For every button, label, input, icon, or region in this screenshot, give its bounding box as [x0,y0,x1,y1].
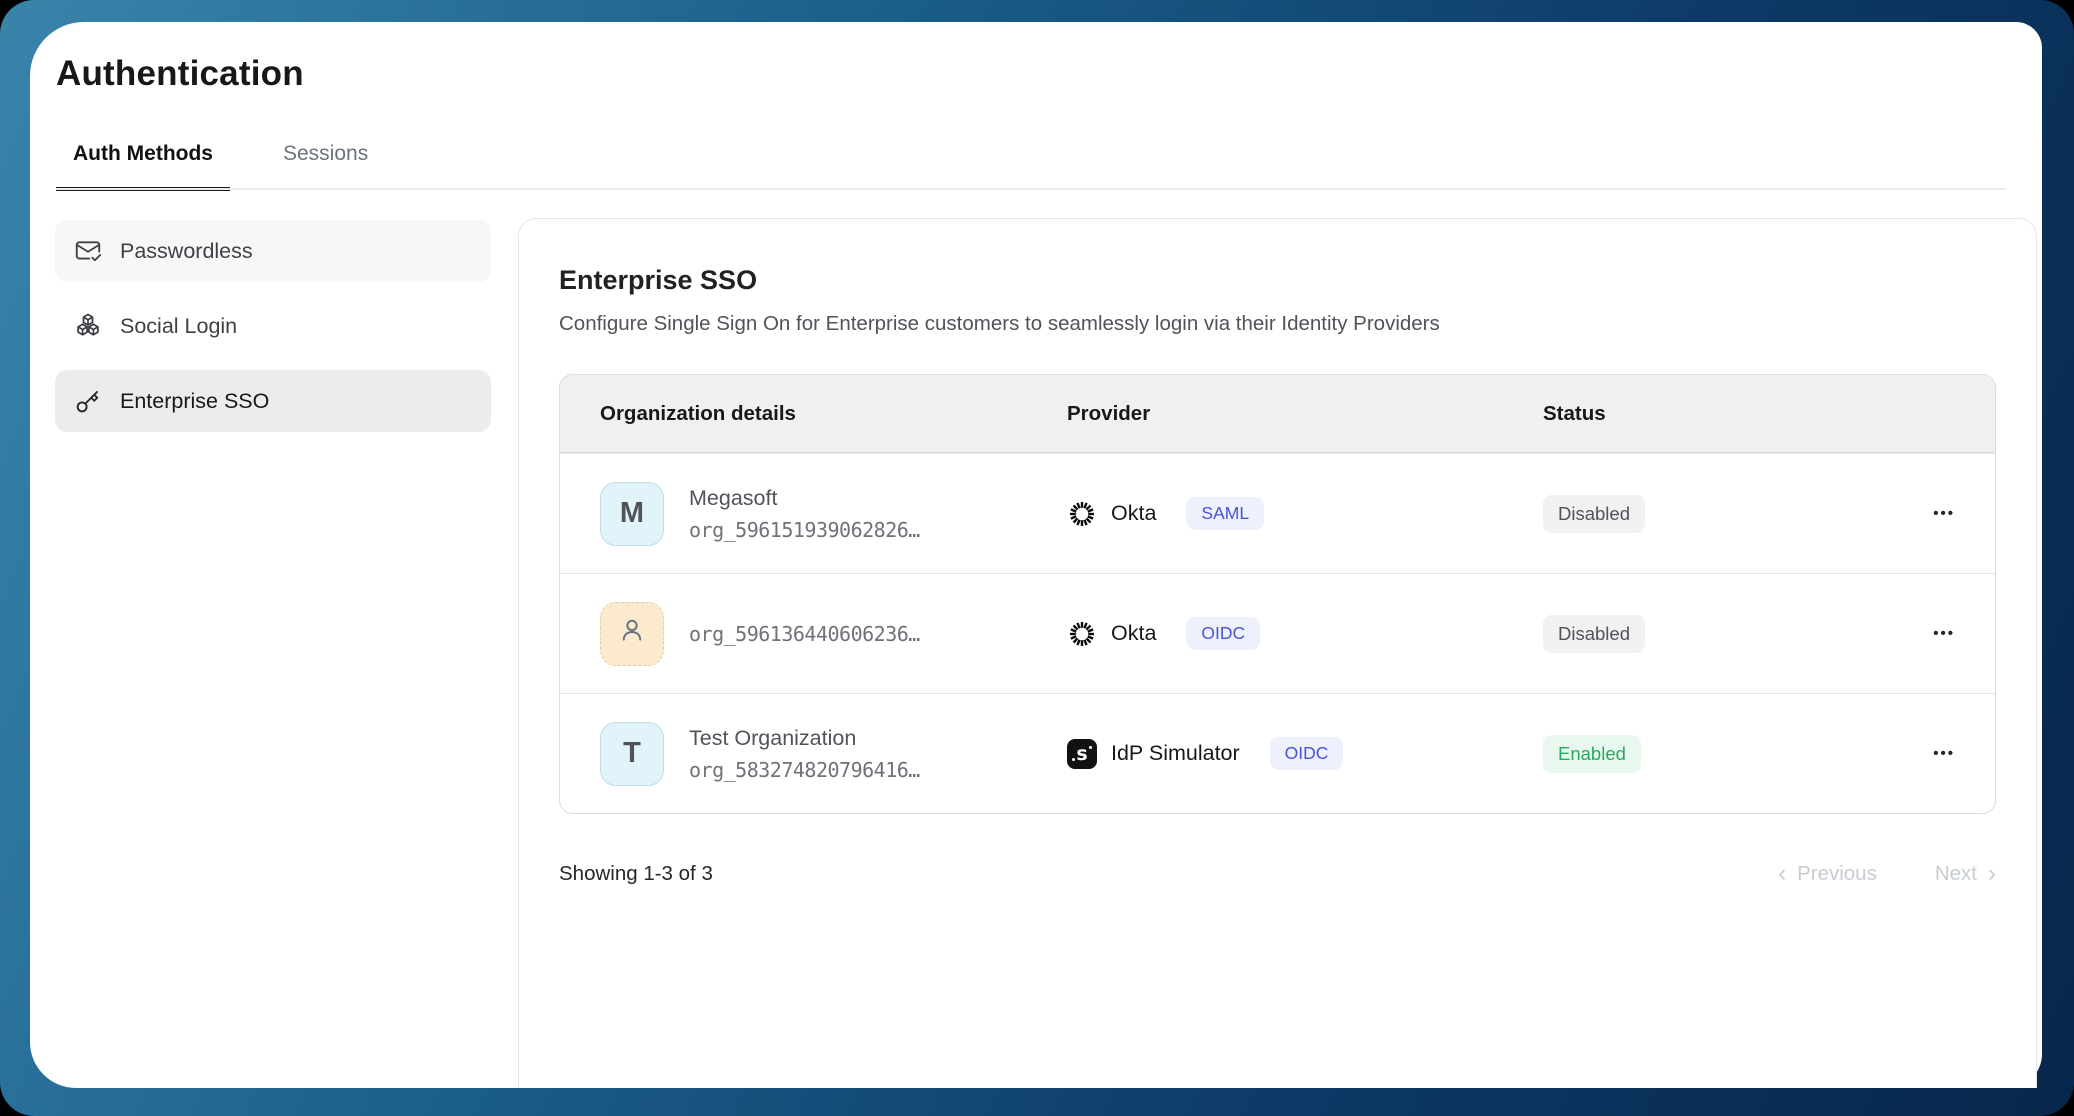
sidebar-item-enterprise-sso[interactable]: Enterprise SSO [55,370,491,432]
table-row[interactable]: M Megasoft org_596151939062826… [560,453,1995,573]
provider-name: Okta [1111,621,1156,646]
provider-cell: Okta OIDC [1067,617,1543,650]
organization-id: org_596136440606236… [689,622,920,646]
status-badge: Enabled [1543,735,1641,773]
sidebar-item-label: Social Login [120,314,237,339]
organization-id: org_583274820796416… [689,758,920,782]
app-card: Authentication Auth Methods Sessions Pas… [30,22,2042,1088]
avatar [600,602,664,666]
panel-heading: Enterprise SSO [559,265,1996,296]
avatar: T [600,722,664,786]
column-header-status: Status [1543,402,1895,426]
pagination-bar: Showing 1-3 of 3 ‹ Previous Next › [559,862,1996,886]
organization-name: Megasoft [689,486,920,511]
provider-cell: s IdP Simulator OIDC [1067,737,1543,770]
person-icon [615,613,649,655]
protocol-badge: OIDC [1270,737,1344,770]
okta-icon [1067,619,1097,649]
organization-id: org_596151939062826… [689,518,920,542]
sidebar: Passwordless Social Login [55,220,491,445]
sidebar-item-passwordless[interactable]: Passwordless [55,220,491,282]
column-header-organization: Organization details [600,402,1067,426]
cubes-icon [73,311,103,341]
row-menu-button[interactable]: ••• [1933,625,1955,642]
table-row[interactable]: org_596136440606236… [560,573,1995,693]
row-menu-button[interactable]: ••• [1933,505,1955,522]
protocol-badge: SAML [1186,497,1264,530]
sidebar-item-social-login[interactable]: Social Login [55,295,491,357]
tab-bar-divider [56,188,2006,190]
column-header-provider: Provider [1067,402,1543,426]
organization-cell: T Test Organization org_583274820796416… [600,722,1067,786]
tab-sessions[interactable]: Sessions [266,142,385,191]
table-header-row: Organization details Provider Status [560,375,1995,453]
status-badge: Disabled [1543,615,1645,653]
panel-description: Configure Single Sign On for Enterprise … [559,312,1996,336]
chevron-right-icon: › [1988,862,1996,886]
tab-bar: Auth Methods Sessions [56,142,385,191]
sso-connections-table: Organization details Provider Status M M… [559,374,1996,814]
okta-icon [1067,499,1097,529]
organization-name: Test Organization [689,726,920,751]
avatar: M [600,482,664,546]
tab-auth-methods[interactable]: Auth Methods [56,142,230,191]
mail-check-icon [73,236,103,266]
organization-cell: M Megasoft org_596151939062826… [600,482,1067,546]
provider-name: Okta [1111,501,1156,526]
status-badge: Disabled [1543,495,1645,533]
chevron-left-icon: ‹ [1778,862,1786,886]
protocol-badge: OIDC [1186,617,1260,650]
idp-simulator-icon: s [1067,739,1097,769]
next-page-button[interactable]: Next › [1935,862,1996,886]
provider-cell: Okta SAML [1067,497,1543,530]
window-gradient-frame: Authentication Auth Methods Sessions Pas… [0,0,2074,1116]
table-row[interactable]: T Test Organization org_583274820796416…… [560,693,1995,813]
enterprise-sso-panel: Enterprise SSO Configure Single Sign On … [518,218,2037,1088]
row-menu-button[interactable]: ••• [1933,745,1955,762]
key-icon [73,386,103,416]
provider-name: IdP Simulator [1111,741,1240,766]
sidebar-item-label: Passwordless [120,239,253,264]
previous-page-button[interactable]: ‹ Previous [1778,862,1877,886]
page-title: Authentication [56,54,304,94]
sidebar-item-label: Enterprise SSO [120,389,269,414]
pagination-summary: Showing 1-3 of 3 [559,862,713,886]
organization-cell: org_596136440606236… [600,602,1067,666]
